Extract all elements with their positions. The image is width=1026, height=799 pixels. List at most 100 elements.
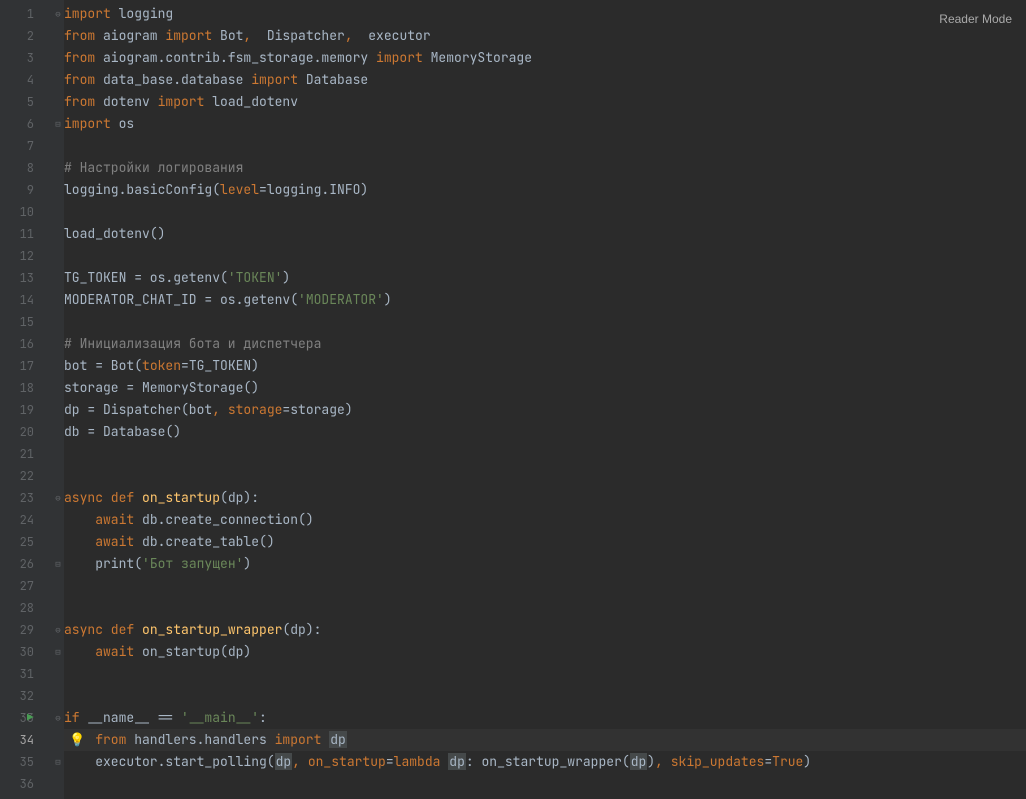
line-number[interactable]: 33▶ — [0, 707, 52, 729]
fold-marker[interactable]: ⊟ — [52, 641, 64, 663]
code-line[interactable]: from handlers.handlers import dp — [64, 729, 1026, 751]
line-number[interactable]: 20 — [0, 421, 52, 443]
line-number[interactable]: 7 — [0, 135, 52, 157]
line-number[interactable]: 15 — [0, 311, 52, 333]
code-line[interactable]: MODERATOR_CHAT_ID = os.getenv('MODERATOR… — [64, 289, 1026, 311]
code-area[interactable]: import loggingfrom aiogram import Bot, D… — [64, 0, 1026, 799]
token-txt: Bot — [212, 27, 243, 44]
line-number[interactable]: 31 — [0, 663, 52, 685]
line-number[interactable]: 22 — [0, 465, 52, 487]
line-number[interactable]: 10 — [0, 201, 52, 223]
code-line[interactable]: bot = Bot(token=TG_TOKEN) — [64, 355, 1026, 377]
code-line[interactable]: await db.create_connection() — [64, 509, 1026, 531]
fold-marker[interactable]: ⊖ — [52, 619, 64, 641]
run-icon[interactable]: ▶ — [27, 707, 34, 729]
fold-marker[interactable]: ⊖ — [52, 707, 64, 729]
token-kw: from — [64, 93, 95, 110]
line-number[interactable]: 13 — [0, 267, 52, 289]
line-number[interactable]: 30 — [0, 641, 52, 663]
line-number[interactable]: 12 — [0, 245, 52, 267]
reader-mode-label[interactable]: Reader Mode — [939, 8, 1012, 30]
fold-marker[interactable]: ⊟ — [52, 751, 64, 773]
line-number[interactable]: 19 — [0, 399, 52, 421]
code-line[interactable] — [64, 575, 1026, 597]
token-txt: : — [259, 709, 267, 726]
token-str: 'Бот запущен' — [142, 555, 243, 572]
line-number[interactable]: 1 — [0, 3, 52, 25]
token-param: token — [142, 357, 181, 374]
code-line[interactable]: if __name__ == '__main__': — [64, 707, 1026, 729]
line-number[interactable]: 26 — [0, 553, 52, 575]
line-number[interactable]: 11 — [0, 223, 52, 245]
code-line[interactable] — [64, 311, 1026, 333]
code-line[interactable]: # Настройки логирования — [64, 157, 1026, 179]
line-number[interactable]: 16 — [0, 333, 52, 355]
code-line[interactable]: logging.basicConfig(level=logging.INFO) — [64, 179, 1026, 201]
line-number[interactable]: 18 — [0, 377, 52, 399]
line-number[interactable]: 9 — [0, 179, 52, 201]
token-kw: import — [158, 93, 205, 110]
code-line[interactable]: from dotenv import load_dotenv — [64, 91, 1026, 113]
line-number[interactable]: 29 — [0, 619, 52, 641]
line-number[interactable]: 17 — [0, 355, 52, 377]
code-line[interactable] — [64, 443, 1026, 465]
intention-bulb-icon[interactable]: 💡 — [69, 729, 85, 751]
line-number[interactable]: 23 — [0, 487, 52, 509]
code-line[interactable]: storage = MemoryStorage() — [64, 377, 1026, 399]
code-line[interactable]: print('Бот запущен') — [64, 553, 1026, 575]
line-number[interactable]: 36 — [0, 773, 52, 795]
line-number[interactable]: 34💡 — [0, 729, 52, 751]
code-line[interactable]: async def on_startup(dp): — [64, 487, 1026, 509]
token-kw: await — [95, 511, 134, 528]
fold-marker — [52, 465, 64, 487]
line-number[interactable]: 6 — [0, 113, 52, 135]
code-line[interactable]: dp = Dispatcher(bot, storage=storage) — [64, 399, 1026, 421]
code-line[interactable]: load_dotenv() — [64, 223, 1026, 245]
fold-marker — [52, 597, 64, 619]
code-line[interactable]: TG_TOKEN = os.getenv('TOKEN') — [64, 267, 1026, 289]
line-number[interactable]: 21 — [0, 443, 52, 465]
code-line[interactable]: from aiogram import Bot, Dispatcher, exe… — [64, 25, 1026, 47]
code-line[interactable]: await on_startup(dp) — [64, 641, 1026, 663]
line-number[interactable]: 2 — [0, 25, 52, 47]
token-txt: db.create_table() — [134, 533, 274, 550]
token-com: # Настройки логирования — [64, 159, 243, 176]
token-param: skip_updates — [671, 753, 765, 770]
code-line[interactable] — [64, 597, 1026, 619]
code-line[interactable]: db = Database() — [64, 421, 1026, 443]
line-number[interactable]: 24 — [0, 509, 52, 531]
line-number[interactable]: 5 — [0, 91, 52, 113]
line-number[interactable]: 4 — [0, 69, 52, 91]
line-number[interactable]: 3 — [0, 47, 52, 69]
code-line[interactable]: # Инициализация бота и диспетчера — [64, 333, 1026, 355]
code-line[interactable] — [64, 201, 1026, 223]
fold-marker[interactable]: ⊟ — [52, 553, 64, 575]
line-number[interactable]: 8 — [0, 157, 52, 179]
token-kw: from — [64, 71, 95, 88]
code-line[interactable]: await db.create_table() — [64, 531, 1026, 553]
line-number[interactable]: 35 — [0, 751, 52, 773]
line-number[interactable]: 32 — [0, 685, 52, 707]
fold-marker[interactable]: ⊖ — [52, 3, 64, 25]
code-line[interactable] — [64, 663, 1026, 685]
line-number[interactable]: 28 — [0, 597, 52, 619]
code-line[interactable] — [64, 773, 1026, 795]
token-txt: on_startup(dp) — [134, 643, 251, 660]
code-line[interactable]: import os — [64, 113, 1026, 135]
fold-marker[interactable]: ⊖ — [52, 487, 64, 509]
code-line[interactable]: from data_base.database import Database — [64, 69, 1026, 91]
line-number[interactable]: 25 — [0, 531, 52, 553]
code-line[interactable] — [64, 245, 1026, 267]
code-line[interactable]: from aiogram.contrib.fsm_storage.memory … — [64, 47, 1026, 69]
code-line[interactable] — [64, 465, 1026, 487]
line-number[interactable]: 14 — [0, 289, 52, 311]
fold-marker[interactable]: ⊟ — [52, 113, 64, 135]
code-line[interactable] — [64, 135, 1026, 157]
code-line[interactable]: import logging — [64, 3, 1026, 25]
line-number[interactable]: 27 — [0, 575, 52, 597]
token-txt: dotenv — [95, 93, 157, 110]
code-line[interactable] — [64, 685, 1026, 707]
fold-marker — [52, 663, 64, 685]
code-line[interactable]: executor.start_polling(dp, on_startup=la… — [64, 751, 1026, 773]
code-line[interactable]: async def on_startup_wrapper(dp): — [64, 619, 1026, 641]
